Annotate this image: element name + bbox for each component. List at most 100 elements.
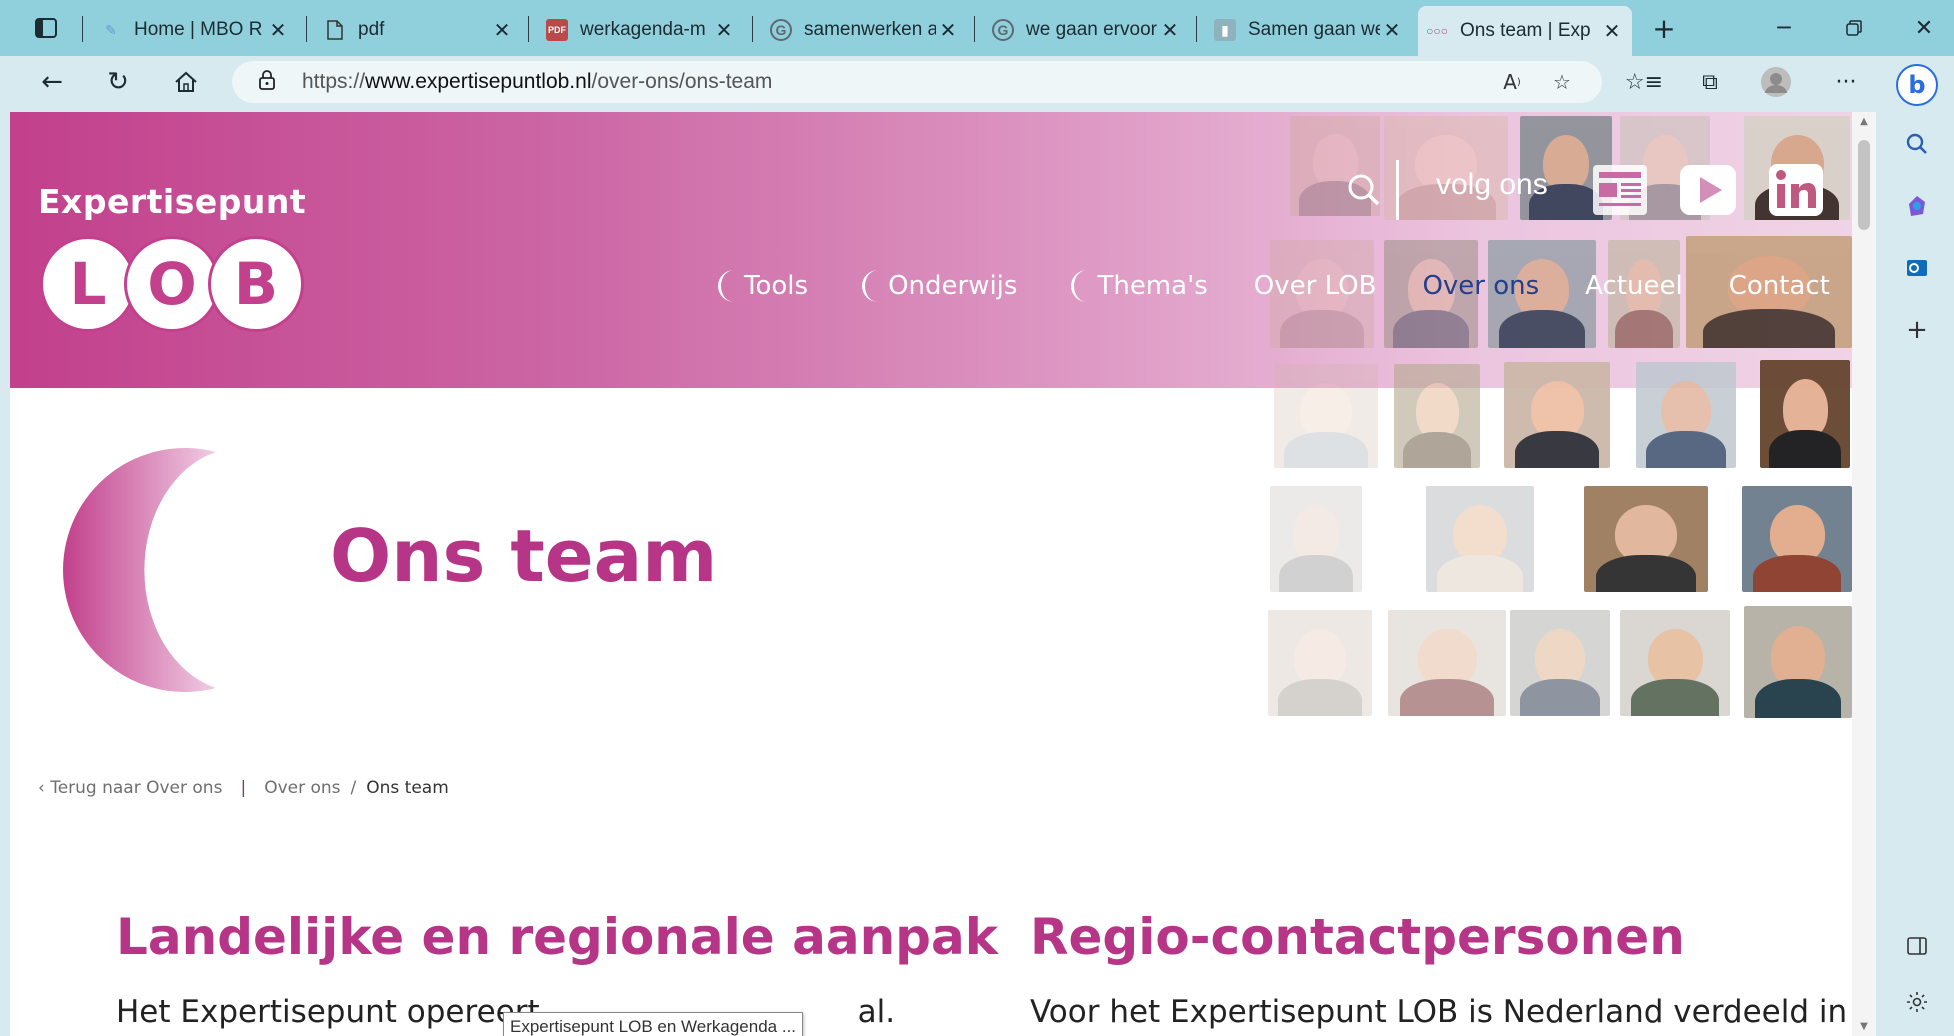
close-icon[interactable]: ✕ (936, 18, 960, 43)
back-icon[interactable]: ← (32, 64, 72, 100)
refresh-icon[interactable]: ↻ (98, 64, 138, 100)
read-aloud-icon[interactable]: A) (1494, 65, 1530, 99)
scroll-down-icon[interactable]: ▼ (1858, 1021, 1870, 1032)
url-text[interactable]: https://www.expertisepuntlob.nl/over-ons… (302, 70, 772, 94)
restore-icon[interactable] (1834, 10, 1874, 46)
collections-icon[interactable]: ⧉ (1690, 64, 1730, 100)
tab-werkagenda[interactable]: PDF werkagenda-m ✕ (538, 8, 744, 52)
team-photo (1504, 362, 1610, 468)
close-icon[interactable]: ✕ (1380, 18, 1404, 43)
section-heading: Landelijke en regionale aanpak (116, 908, 998, 966)
tab-ons-team[interactable]: ○○○ Ons team | Exp ✕ (1418, 6, 1632, 56)
team-photo (1636, 362, 1736, 468)
site-search-icon[interactable] (1344, 170, 1388, 214)
follow-label: volg ons (1436, 168, 1548, 201)
address-bar[interactable]: https://www.expertisepuntlob.nl/over-ons… (232, 61, 1602, 103)
youtube-icon[interactable] (1676, 158, 1740, 222)
scrollbar-thumb[interactable] (1858, 140, 1870, 230)
nav-over-ons[interactable]: Over ons (1422, 271, 1539, 301)
breadcrumb-separator: / (350, 778, 357, 798)
section-text: Voor het Expertisepunt LOB is Nederland … (1030, 994, 1848, 1030)
section-heading: Regio-contactpersonen (1030, 908, 1685, 966)
tab-actions-icon[interactable] (30, 12, 62, 44)
moon-icon (1071, 270, 1088, 302)
close-icon[interactable]: ✕ (1158, 18, 1182, 43)
pdf-icon: PDF (546, 19, 568, 41)
bing-icon[interactable]: b (1894, 62, 1940, 108)
svg-text:b: b (1908, 71, 1925, 99)
nav-themas[interactable]: Thema's (1063, 268, 1208, 304)
page-title: Ons team (330, 514, 718, 598)
nav-over-lob[interactable]: Over LOB (1254, 271, 1377, 301)
lob-icon: ○○○ (1426, 24, 1448, 38)
favorites-icon[interactable]: ☆≡ (1624, 64, 1664, 100)
new-tab-icon[interactable]: + (1648, 12, 1680, 45)
close-window-icon[interactable]: ✕ (1904, 10, 1944, 46)
tab-pdf[interactable]: pdf ✕ (316, 8, 522, 52)
minimize-icon[interactable]: ─ (1764, 10, 1804, 46)
team-photo (1620, 610, 1730, 716)
main-navigation: Tools Onderwijs Thema's Over LOB Over on… (710, 256, 1852, 316)
breadcrumb: ‹ Terug naar Over ons | Over ons / Ons t… (38, 778, 449, 798)
team-photo (1426, 486, 1534, 592)
breadcrumb-parent-link[interactable]: Over ons (264, 778, 340, 798)
add-favorite-icon[interactable]: ☆ (1544, 65, 1580, 99)
settings-icon[interactable] (1897, 982, 1937, 1022)
linkedin-icon[interactable] (1764, 158, 1828, 222)
nav-tools[interactable]: Tools (710, 268, 808, 304)
tab-we-gaan-ervoor[interactable]: G we gaan ervoor ✕ (984, 8, 1190, 52)
more-icon[interactable]: ··· (1826, 64, 1866, 100)
scroll-up-icon[interactable]: ▲ (1858, 116, 1870, 127)
close-icon[interactable]: ✕ (1600, 19, 1624, 44)
team-photo (1268, 610, 1372, 716)
section-text-start: Het Expertisepunt opereert (116, 994, 540, 1030)
site-logo-text[interactable]: Expertisepunt (38, 182, 306, 221)
tab-samen-gaan-we[interactable]: ▮ Samen gaan we ✕ (1206, 8, 1412, 52)
profile-avatar[interactable] (1756, 64, 1796, 100)
edge-sidebar: b + (1880, 56, 1954, 1036)
link-tooltip: Expertisepunt LOB en Werkagenda ... (503, 1012, 803, 1036)
site-icon: ▮ (1214, 19, 1236, 41)
nav-onderwijs[interactable]: Onderwijs (854, 268, 1017, 304)
team-photo (1760, 360, 1850, 468)
split-screen-icon[interactable] (1897, 926, 1937, 966)
team-photo (1744, 606, 1852, 718)
breadcrumb-separator: | (240, 778, 247, 798)
close-icon[interactable]: ✕ (712, 18, 736, 43)
site-logo[interactable]: L O B (40, 236, 310, 332)
team-photo (1270, 486, 1362, 592)
nav-actueel[interactable]: Actueel (1585, 271, 1683, 301)
tab-samenwerken[interactable]: G samenwerken a ✕ (762, 8, 968, 52)
team-photo (1742, 486, 1852, 592)
team-photo (1274, 364, 1378, 468)
team-photo (1388, 610, 1506, 716)
lock-icon[interactable] (258, 69, 284, 96)
outlook-icon[interactable] (1897, 248, 1937, 288)
tab-mbo[interactable]: ✎ Home | MBO R ✕ (92, 8, 298, 52)
team-photo (1510, 610, 1610, 716)
search-icon[interactable] (1897, 124, 1937, 164)
close-icon[interactable]: ✕ (490, 18, 514, 43)
document-icon (324, 19, 346, 41)
crescent-moon-graphic (63, 448, 216, 692)
moon-icon (718, 270, 734, 302)
google-icon: G (770, 19, 792, 41)
logo-letter: O (124, 236, 220, 332)
copilot-icon[interactable] (1897, 186, 1937, 226)
address-row: ← ↻ https://www.expertisepuntlob.nl/over… (0, 56, 1954, 108)
google-icon: G (992, 19, 1014, 41)
breadcrumb-current: Ons team (366, 778, 449, 798)
team-photo (1584, 486, 1708, 592)
add-icon[interactable]: + (1897, 310, 1937, 350)
mbo-logo-icon: ✎ (105, 21, 117, 38)
newsletter-icon[interactable] (1588, 158, 1652, 222)
logo-letter: B (208, 236, 304, 332)
vertical-scrollbar[interactable]: ▲ ▼ (1852, 112, 1876, 1036)
logo-letter: L (40, 236, 136, 332)
close-icon[interactable]: ✕ (266, 18, 290, 43)
home-icon[interactable] (166, 64, 206, 100)
nav-contact[interactable]: Contact (1729, 271, 1830, 301)
back-link[interactable]: ‹ Terug naar Over ons (38, 778, 222, 798)
team-photo (1394, 364, 1480, 468)
browser-window: ✎ Home | MBO R ✕ pdf ✕ PDF werkagenda-m … (0, 0, 1954, 1036)
